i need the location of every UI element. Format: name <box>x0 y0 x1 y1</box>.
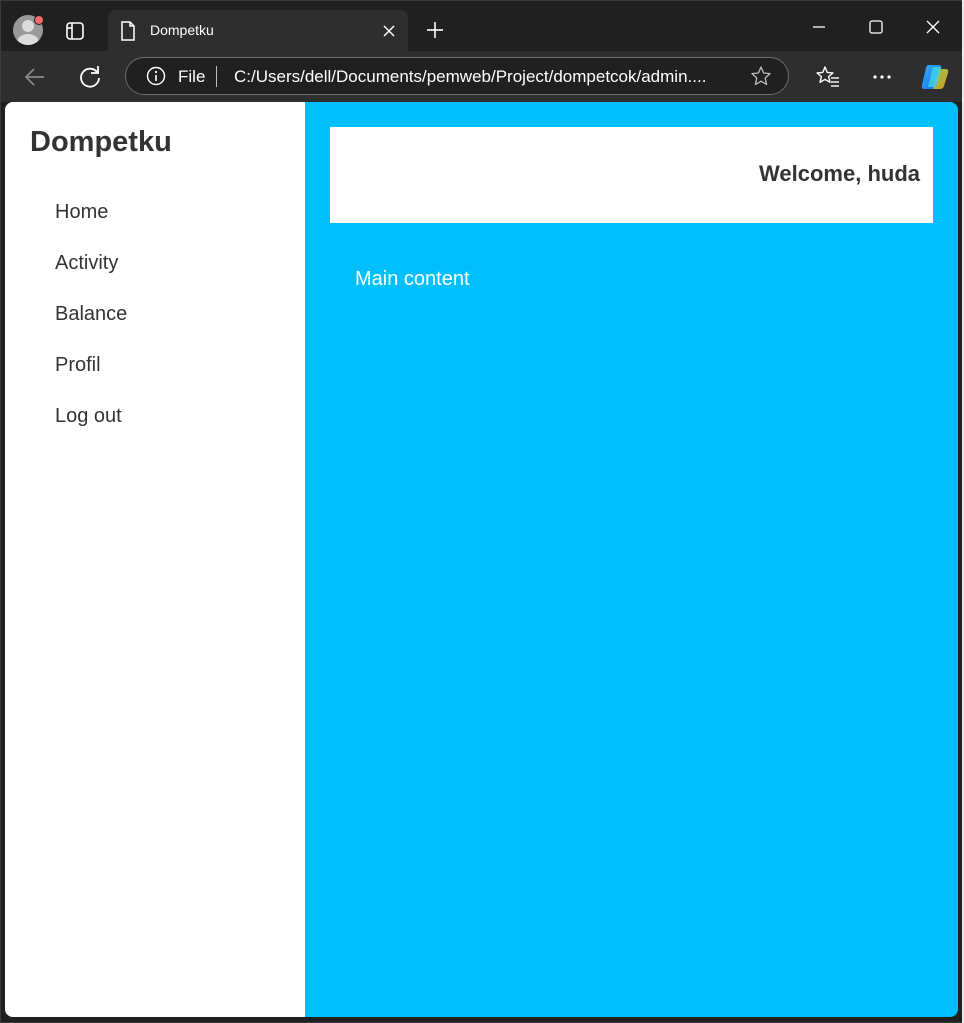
reload-icon[interactable] <box>77 64 103 90</box>
brand-title: Dompetku <box>30 126 172 158</box>
sidebar: Dompetku Home Activity Balance Profil Lo… <box>5 102 305 1017</box>
favorite-star-icon[interactable] <box>750 65 772 87</box>
profile-notification-dot <box>34 15 44 25</box>
sidebar-item-logout[interactable]: Log out <box>55 405 122 428</box>
maximize-icon[interactable] <box>864 15 888 39</box>
tab-strip: Dompetku <box>1 1 963 51</box>
address-url[interactable]: C:/Users/dell/Documents/pemweb/Project/d… <box>234 67 734 87</box>
browser-toolbar: File C:/Users/dell/Documents/pemweb/Proj… <box>1 51 963 102</box>
minimize-icon[interactable] <box>807 15 831 39</box>
more-options-icon[interactable] <box>869 64 895 90</box>
back-icon[interactable] <box>22 64 48 90</box>
window-close-icon[interactable] <box>921 15 945 39</box>
page-viewport: Dompetku Home Activity Balance Profil Lo… <box>5 102 958 1017</box>
close-icon[interactable] <box>381 23 397 39</box>
page-header: Welcome, huda <box>330 127 933 223</box>
sidebar-item-profil[interactable]: Profil <box>55 354 101 377</box>
welcome-text: Welcome, huda <box>759 161 920 186</box>
sidebar-item-activity[interactable]: Activity <box>55 252 118 275</box>
sidebar-item-home[interactable]: Home <box>55 201 108 224</box>
page-icon <box>121 21 135 41</box>
scheme-label: File <box>178 67 206 86</box>
new-tab-icon[interactable] <box>424 19 446 41</box>
main-content-text: Main content <box>355 268 470 290</box>
address-separator <box>216 66 217 87</box>
favorites-icon[interactable] <box>815 64 841 90</box>
browser-window: Dompetku File C:/Users/dell/Documents/pe… <box>0 0 964 1023</box>
tab-actions-icon[interactable] <box>63 19 87 43</box>
address-bar[interactable]: File C:/Users/dell/Documents/pemweb/Proj… <box>125 57 789 95</box>
active-tab[interactable]: Dompetku <box>108 10 408 51</box>
info-icon[interactable] <box>146 66 166 86</box>
tab-title: Dompetku <box>150 22 214 38</box>
sidebar-item-balance[interactable]: Balance <box>55 303 127 326</box>
copilot-icon[interactable] <box>919 61 951 93</box>
